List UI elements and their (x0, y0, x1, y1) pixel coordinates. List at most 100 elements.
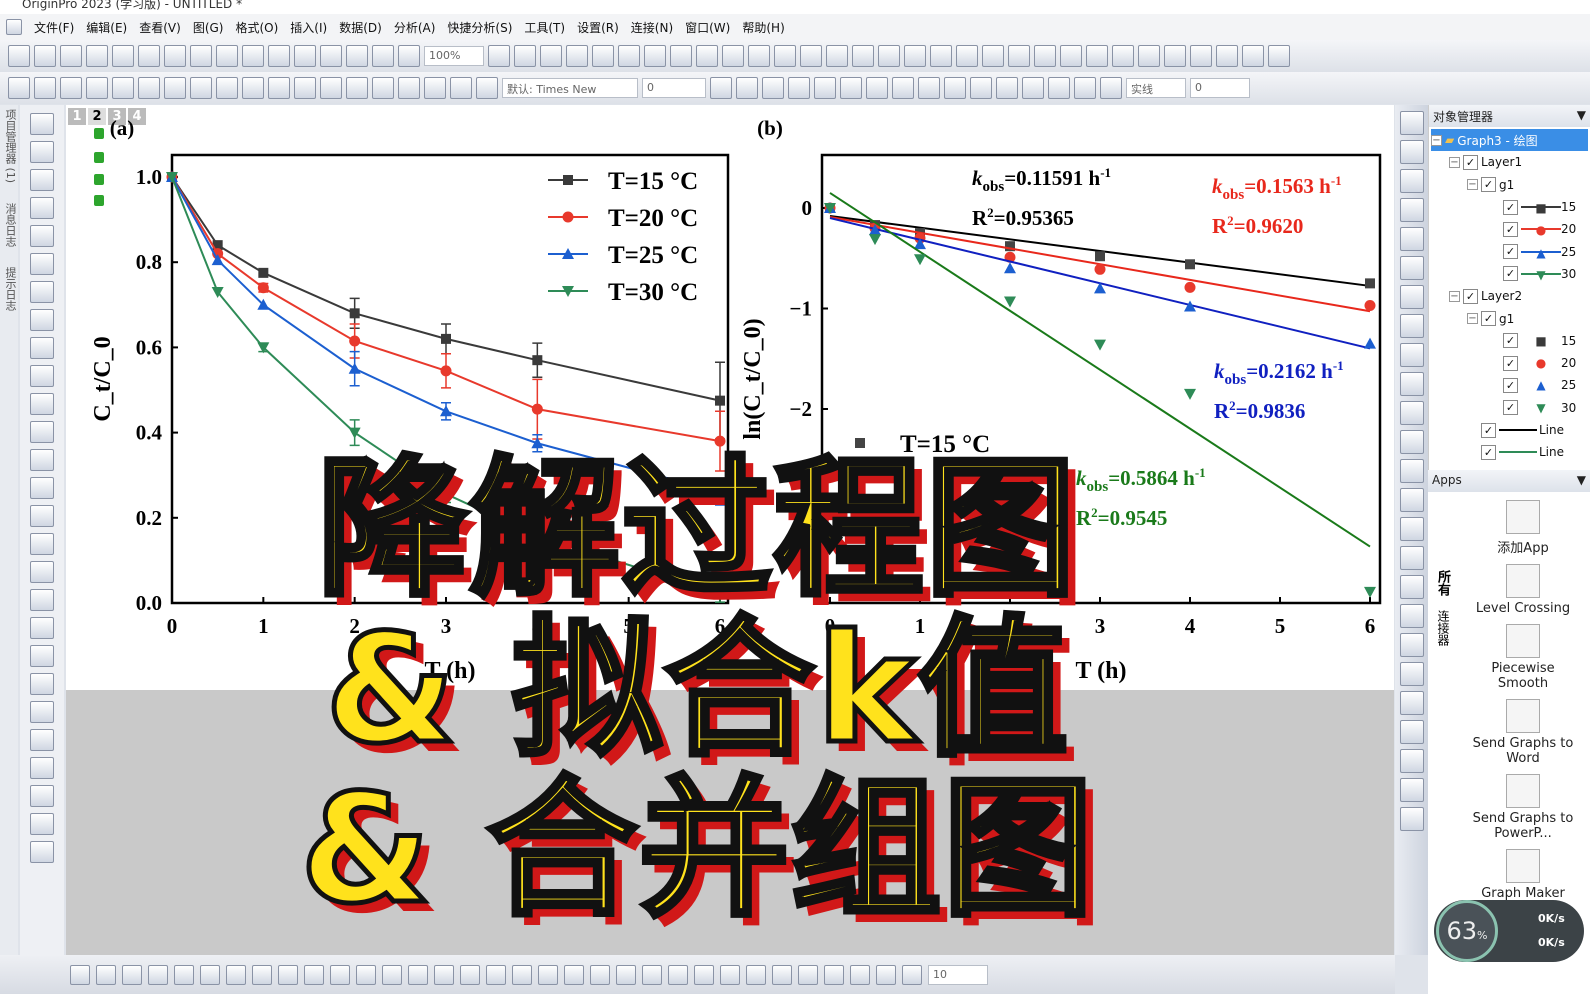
checkbox[interactable]: ✓ (1503, 199, 1518, 215)
axis-break-icon[interactable] (1399, 517, 1424, 541)
smith-icon[interactable] (850, 964, 870, 985)
bubble-icon[interactable] (330, 964, 350, 985)
app-item[interactable]: 添加App (1468, 500, 1578, 556)
checkbox[interactable]: ✓ (1503, 244, 1518, 260)
cross-icon[interactable] (30, 729, 54, 751)
tree-group[interactable]: − ✓ g1 (1431, 307, 1588, 329)
rescale-x-icon[interactable] (1399, 169, 1424, 193)
axis-bottom-icon[interactable] (1399, 401, 1424, 425)
dropdown-icon[interactable]: ▼ (1577, 473, 1586, 489)
tree-layer1[interactable]: − ✓ Layer1 (1431, 151, 1588, 173)
tree-plot-item[interactable]: ✓ ▲ 25 (1431, 240, 1588, 262)
center-v-icon[interactable] (1399, 691, 1424, 715)
app-item[interactable]: Send Graphs to Word (1468, 699, 1578, 766)
dropdown-icon[interactable]: ▼ (1577, 108, 1586, 124)
box-icon[interactable] (356, 964, 376, 985)
align-right-icon[interactable] (1399, 575, 1424, 599)
stock-icon[interactable] (642, 964, 662, 985)
pie-icon[interactable] (252, 964, 272, 985)
zoom-graph-icon[interactable] (746, 964, 766, 985)
checkbox[interactable]: ✓ (1503, 221, 1518, 237)
grid-2x2-icon[interactable] (1399, 314, 1424, 338)
3d-bar-icon[interactable] (486, 964, 506, 985)
tree-plot-item[interactable]: ✓ ● 20 (1431, 218, 1588, 240)
axis-top-icon[interactable] (1399, 430, 1424, 454)
speed-mode-icon[interactable] (1399, 256, 1424, 280)
tree-plot-item[interactable]: ✓ ▼ 30 (1431, 397, 1588, 419)
align-bottom-icon[interactable] (1399, 633, 1424, 657)
column-plot-icon[interactable] (148, 964, 168, 985)
ruler-icon[interactable] (30, 757, 54, 779)
align-top-icon[interactable] (1399, 604, 1424, 628)
checkbox[interactable]: ✓ (1481, 311, 1496, 327)
checkbox[interactable]: ✓ (1503, 266, 1518, 282)
rescale-icon[interactable] (1399, 140, 1424, 164)
scatter-icon[interactable] (304, 964, 324, 985)
tree-line[interactable]: ✓ Line (1431, 441, 1588, 463)
table-icon[interactable] (30, 841, 54, 863)
rescale-y-icon[interactable] (1399, 198, 1424, 222)
template-icon[interactable] (538, 964, 558, 985)
tree-group[interactable]: − ✓ g1 (1431, 174, 1588, 196)
surface-icon[interactable] (460, 964, 480, 985)
checkbox[interactable]: ✓ (1463, 154, 1478, 170)
checkbox[interactable]: ✓ (1503, 400, 1518, 416)
checkbox[interactable]: ✓ (1481, 177, 1496, 193)
center-h-icon[interactable] (1399, 662, 1424, 686)
distribute-v-icon[interactable] (1399, 749, 1424, 773)
histogram-icon[interactable] (382, 964, 402, 985)
multi-panel-icon[interactable] (694, 964, 714, 985)
swap-xy-icon[interactable] (1399, 227, 1424, 251)
fill-area-icon[interactable] (798, 964, 818, 985)
distribute-h-icon[interactable] (1399, 720, 1424, 744)
grid-3x2-icon[interactable] (1399, 343, 1424, 367)
windrose-icon[interactable] (876, 964, 896, 985)
app-item[interactable]: Graph Maker (1468, 849, 1578, 901)
contour-icon[interactable] (408, 964, 428, 985)
checkbox[interactable]: ✓ (1503, 355, 1518, 371)
axis-left-icon[interactable] (1399, 459, 1424, 483)
align-left-icon[interactable] (1399, 546, 1424, 570)
vector-icon[interactable] (564, 964, 584, 985)
apps-tab-connectors[interactable]: 连接器 (1434, 610, 1452, 646)
gauge-icon[interactable] (30, 785, 54, 807)
stack-icon[interactable] (1399, 372, 1424, 396)
tree-root[interactable]: − ▰ Graph3 - 绘图 (1431, 129, 1588, 152)
size-select[interactable]: 10 (928, 964, 988, 985)
bar-plot-icon[interactable] (174, 964, 194, 985)
tree-plot-item[interactable]: ✓ ● 20 (1431, 352, 1588, 374)
layer-mgmt-icon[interactable] (1399, 111, 1424, 135)
line-tool-icon[interactable] (70, 964, 90, 985)
dot-icon[interactable] (96, 964, 116, 985)
polar-icon[interactable] (278, 964, 298, 985)
checkbox[interactable]: ✓ (1503, 377, 1518, 393)
funnel-icon[interactable] (902, 964, 922, 985)
ternary-icon[interactable] (512, 964, 532, 985)
stat-icon[interactable] (772, 964, 792, 985)
apps-tab-all[interactable]: 所有 (1434, 570, 1452, 596)
tree-layer2[interactable]: − ✓ Layer2 (1431, 285, 1588, 307)
heatmap-icon[interactable] (434, 964, 454, 985)
app-item[interactable]: Level Crossing (1468, 564, 1578, 616)
area-plot-icon[interactable] (226, 964, 246, 985)
stack-plot-icon[interactable] (200, 964, 220, 985)
radar-icon[interactable] (616, 964, 636, 985)
overlay-icon[interactable] (30, 813, 54, 835)
waterfall-icon[interactable] (590, 964, 610, 985)
send-back-icon[interactable] (1399, 807, 1424, 831)
tree-plot-item[interactable]: ✓ ■ 15 (1431, 330, 1588, 352)
app-item[interactable]: Piecewise Smooth (1468, 624, 1578, 691)
tree-line[interactable]: ✓ Line (1431, 419, 1588, 441)
tree-plot-item[interactable]: ✓ ▲ 25 (1431, 374, 1588, 396)
bring-front-icon[interactable] (1399, 778, 1424, 802)
table-plot-icon[interactable] (824, 964, 844, 985)
app-item[interactable]: Send Graphs to PowerP... (1468, 774, 1578, 841)
checkbox[interactable]: ✓ (1503, 333, 1518, 349)
layer-list-icon[interactable] (30, 701, 54, 723)
axis-right-icon[interactable] (1399, 488, 1424, 512)
tree-plot-item[interactable]: ✓ ■ 15 (1431, 196, 1588, 218)
merge-layout-icon[interactable] (1399, 285, 1424, 309)
grouped-icon[interactable] (668, 964, 688, 985)
checkbox[interactable]: ✓ (1463, 288, 1478, 304)
dual-y-icon[interactable] (720, 964, 740, 985)
